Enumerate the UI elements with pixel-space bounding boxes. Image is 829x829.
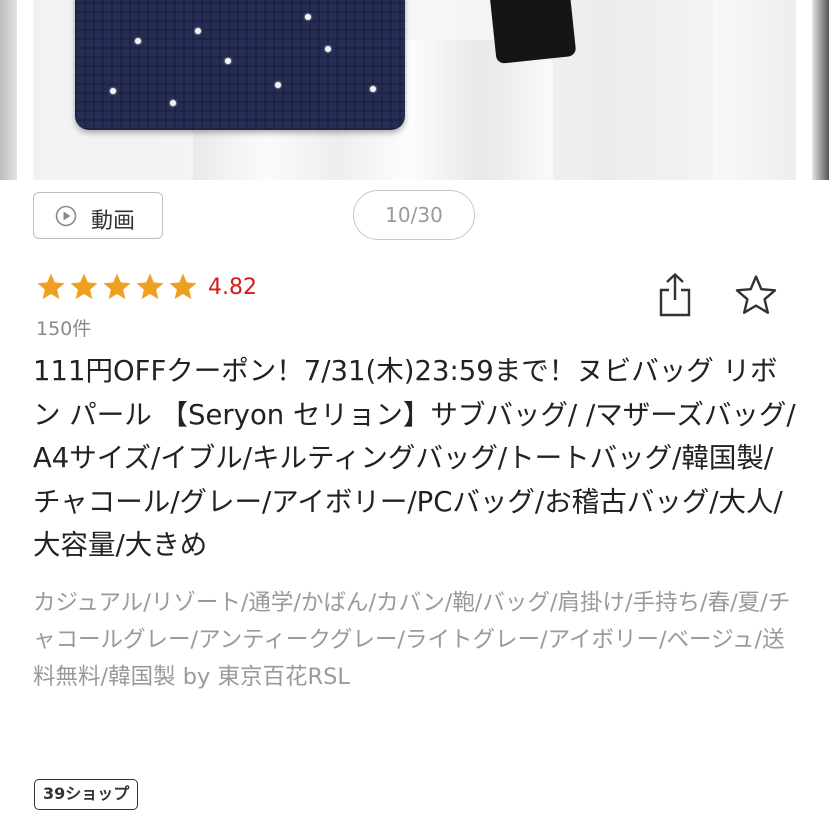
play-circle-icon: [55, 205, 77, 227]
navy-quilted-bag: [75, 0, 405, 130]
star-outline-icon[interactable]: [734, 274, 778, 316]
star-icon: [70, 273, 98, 300]
product-tags: カジュアル/リゾート/通学/かばん/カバン/鞄/バッグ/肩掛け/手持ち/春/夏/…: [33, 590, 791, 690]
image-counter: 10/30: [353, 190, 475, 240]
background-wall: [713, 0, 796, 180]
product-image-carousel[interactable]: [0, 0, 829, 180]
black-bag: [489, 0, 577, 64]
product-image[interactable]: [33, 0, 796, 180]
39-shop-badge: 39ショップ: [34, 779, 139, 810]
previous-image-preview[interactable]: [0, 0, 17, 180]
video-label: 動画: [91, 209, 136, 234]
star-icon: [169, 273, 197, 300]
next-image-preview[interactable]: [812, 0, 829, 180]
product-title: 111円OFFクーポン！7/31(木)23:59まで！ヌビバッグ リボン パール…: [33, 355, 796, 561]
star-icon: [37, 273, 65, 300]
star-icon: [103, 273, 131, 300]
star-icon: [136, 273, 164, 300]
rating-value: 4.82: [208, 275, 257, 300]
video-button[interactable]: 動画: [33, 192, 163, 239]
review-count[interactable]: 150件: [36, 314, 91, 341]
rating-stars: [36, 272, 201, 302]
share-icon[interactable]: [655, 272, 695, 318]
